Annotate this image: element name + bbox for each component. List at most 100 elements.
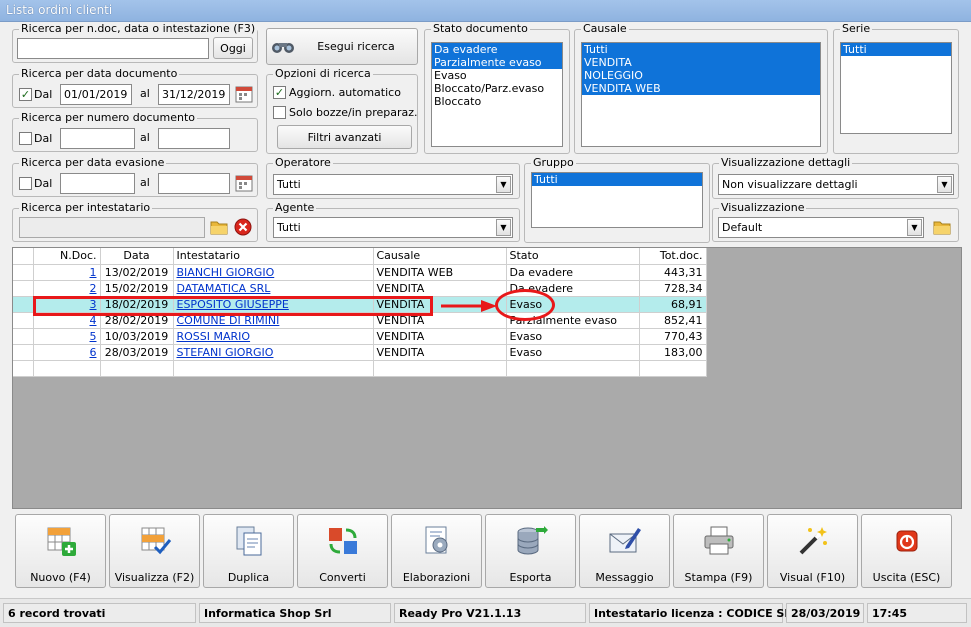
number-from-checkbox[interactable] bbox=[19, 132, 32, 145]
table-cell: 5 bbox=[33, 328, 101, 345]
operator-value: Tutti bbox=[277, 178, 301, 191]
column-header[interactable]: Data bbox=[100, 248, 174, 265]
visualizza-f2-button[interactable]: Visualizza (F2) bbox=[109, 514, 200, 588]
status-records: 6 record trovati bbox=[3, 603, 196, 623]
converti-button[interactable]: Converti bbox=[297, 514, 388, 588]
table-row[interactable]: 6 28/03/2019 STEFANI GIORGIO VENDITA Evaso 18… bbox=[13, 344, 707, 361]
status-company: Informatica Shop Srl bbox=[199, 603, 391, 623]
doc-state-item[interactable]: Parzialmente evaso bbox=[432, 56, 562, 69]
holder-link[interactable]: STEFANI GIORGIO bbox=[177, 346, 274, 359]
status-version: Ready Pro V21.1.13 bbox=[394, 603, 586, 623]
causale-item[interactable]: NOLEGGIO bbox=[582, 69, 820, 82]
visual-f10-button[interactable]: Visual (F10) bbox=[767, 514, 858, 588]
search-doc-input[interactable] bbox=[17, 38, 209, 59]
column-header[interactable]: Stato bbox=[506, 248, 640, 265]
auto-update-checkbox[interactable]: ✓ bbox=[273, 86, 286, 99]
doc-state-label: Stato documento bbox=[431, 22, 530, 35]
title-bar: Lista ordini clienti bbox=[0, 0, 971, 22]
doc-state-item[interactable]: Da evadere bbox=[432, 43, 562, 56]
holder-link[interactable]: BIANCHI GIORGIO bbox=[177, 266, 275, 279]
holder-input[interactable] bbox=[19, 217, 205, 238]
elaborazioni-button[interactable]: Elaborazioni bbox=[391, 514, 482, 588]
toolbar-button-label: Visualizza (F2) bbox=[114, 571, 195, 584]
chevron-down-icon[interactable]: ▼ bbox=[937, 176, 952, 193]
clear-icon[interactable] bbox=[233, 217, 253, 237]
evasion-to-input[interactable] bbox=[158, 173, 230, 194]
folder-icon[interactable] bbox=[932, 217, 952, 237]
calendar-icon[interactable] bbox=[234, 84, 254, 104]
doc-state-item[interactable]: Evaso bbox=[432, 69, 562, 82]
doc-state-item[interactable]: Bloccato bbox=[432, 95, 562, 108]
holder-link[interactable]: DATAMATICA SRL bbox=[177, 282, 271, 295]
doc-date-cell: 13/02/2019 bbox=[100, 264, 174, 281]
table-cell bbox=[13, 360, 34, 377]
chevron-down-icon[interactable]: ▼ bbox=[496, 176, 511, 193]
process-icon bbox=[420, 524, 454, 558]
column-header[interactable]: N.Doc. bbox=[33, 248, 101, 265]
today-button[interactable]: Oggi bbox=[213, 37, 253, 59]
doc-date-cell: 28/03/2019 bbox=[100, 344, 174, 361]
serie-listbox[interactable]: Tutti bbox=[840, 42, 952, 134]
holder-link[interactable]: ROSSI MARIO bbox=[177, 330, 251, 343]
column-header[interactable]: Causale bbox=[373, 248, 507, 265]
toolbar-button-label: Nuovo (F4) bbox=[30, 571, 91, 584]
causale-item[interactable]: VENDITA bbox=[582, 56, 820, 69]
duplica-button[interactable]: Duplica bbox=[203, 514, 294, 588]
operator-select[interactable]: Tutti ▼ bbox=[273, 174, 513, 195]
nuovo-f4-button[interactable]: Nuovo (F4) bbox=[15, 514, 106, 588]
agent-select[interactable]: Tutti ▼ bbox=[273, 217, 513, 238]
row-indicator bbox=[13, 296, 34, 313]
uscita-esc-button[interactable]: Uscita (ESC) bbox=[861, 514, 952, 588]
row-indicator-header bbox=[13, 248, 34, 265]
serie-item[interactable]: Tutti bbox=[841, 43, 951, 56]
advanced-filters-button[interactable]: Filtri avanzati bbox=[277, 125, 412, 149]
causale-item[interactable]: Tutti bbox=[582, 43, 820, 56]
esporta-button[interactable]: Esporta bbox=[485, 514, 576, 588]
export-icon bbox=[514, 524, 548, 558]
number-to-input[interactable] bbox=[158, 128, 230, 149]
by-holder-group: Ricerca per intestatario bbox=[12, 201, 258, 242]
table-cell bbox=[373, 360, 507, 377]
chevron-down-icon[interactable]: ▼ bbox=[496, 219, 511, 236]
folder-icon[interactable] bbox=[209, 217, 229, 237]
table-cell bbox=[639, 360, 707, 377]
calendar-icon[interactable] bbox=[234, 173, 254, 193]
table-cell bbox=[100, 360, 174, 377]
drafts-checkbox[interactable] bbox=[273, 106, 286, 119]
chevron-down-icon[interactable]: ▼ bbox=[907, 219, 922, 236]
gruppo-item[interactable]: Tutti bbox=[532, 173, 702, 186]
table-cell: 1 bbox=[33, 264, 101, 281]
column-header[interactable]: Intestatario bbox=[173, 248, 374, 265]
column-header[interactable]: Tot.doc. bbox=[639, 248, 707, 265]
evasion-from-input[interactable] bbox=[60, 173, 135, 194]
causale-item[interactable]: VENDITA WEB bbox=[582, 82, 820, 95]
row-indicator bbox=[13, 312, 34, 329]
table-row[interactable]: 5 10/03/2019 ROSSI MARIO VENDITA Evaso 770,43 bbox=[13, 328, 707, 345]
number-from-input[interactable] bbox=[60, 128, 135, 149]
doc-state-listbox[interactable]: Da evadere Parzialmente evaso Evaso Bloc… bbox=[431, 42, 563, 147]
orders-grid[interactable]: N.Doc. Data Intestatario Causale Stato T… bbox=[12, 247, 962, 509]
row-indicator bbox=[13, 328, 34, 345]
table-row[interactable]: 1 13/02/2019 BIANCHI GIORGIO VENDITA WEB Da … bbox=[13, 264, 707, 281]
by-holder-label: Ricerca per intestatario bbox=[19, 201, 153, 214]
details-view-select[interactable]: Non visualizzare dettagli ▼ bbox=[718, 174, 954, 195]
stampa-f9-button[interactable]: Stampa (F9) bbox=[673, 514, 764, 588]
doc-number-link[interactable]: 6 bbox=[90, 346, 97, 359]
table-row[interactable]: 2 15/02/2019 DATAMATICA SRL VENDITA Da evade… bbox=[13, 280, 707, 297]
evasion-from-checkbox[interactable] bbox=[19, 177, 32, 190]
number-to-label: al bbox=[140, 131, 150, 144]
causale-listbox[interactable]: Tutti VENDITA NOLEGGIO VENDITA WEB bbox=[581, 42, 821, 147]
execute-search-button[interactable]: Esegui ricerca bbox=[266, 28, 418, 65]
doc-state-item[interactable]: Bloccato/Parz.evaso bbox=[432, 82, 562, 95]
view-select[interactable]: Default ▼ bbox=[718, 217, 924, 238]
table-cell bbox=[33, 360, 101, 377]
table-cell bbox=[173, 360, 374, 377]
gruppo-listbox[interactable]: Tutti bbox=[531, 172, 703, 228]
date-to-input[interactable]: 31/12/2019 bbox=[158, 84, 230, 105]
doc-number-link[interactable]: 1 bbox=[90, 266, 97, 279]
messaggio-button[interactable]: Messaggio bbox=[579, 514, 670, 588]
date-from-checkbox[interactable]: ✓ bbox=[19, 88, 32, 101]
doc-number-link[interactable]: 2 bbox=[90, 282, 97, 295]
date-from-input[interactable]: 01/01/2019 bbox=[60, 84, 132, 105]
doc-number-link[interactable]: 5 bbox=[90, 330, 97, 343]
